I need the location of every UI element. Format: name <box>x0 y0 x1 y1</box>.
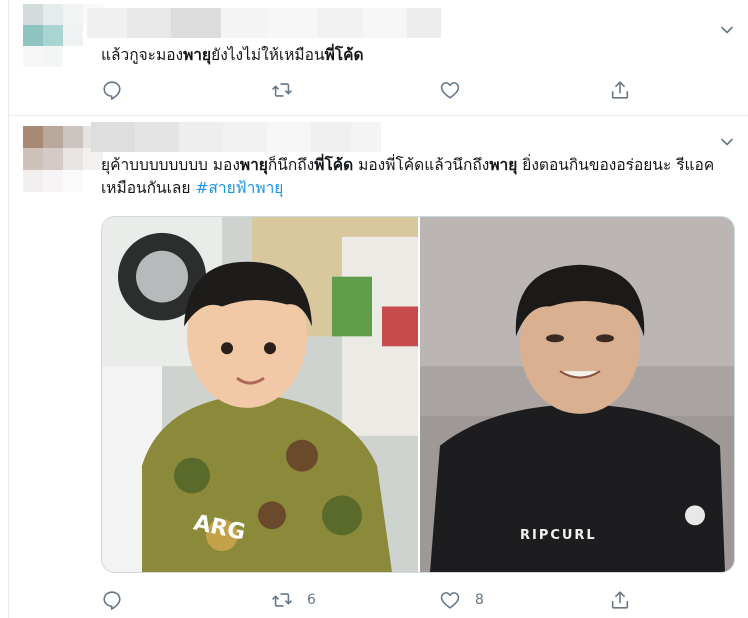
tweet-text-bold: พายุ <box>183 46 212 64</box>
shirt-print-text: RIPCURL <box>520 528 597 543</box>
tweet-text-bold: พายุ <box>489 156 518 174</box>
tweet-text-bold: พายุ <box>239 156 268 174</box>
timeline: แล้วกูจะมองพายุยังไงไม่ให้เหมือนพี่โค้ด <box>8 0 748 618</box>
media-grid: ARG RIPCURL <box>101 216 735 573</box>
share-button[interactable] <box>609 588 631 612</box>
share-icon <box>611 81 629 99</box>
tweet-text-segment: ก็นึกถึง <box>267 156 315 174</box>
hashtag-link[interactable]: #สายฟ้าพายุ <box>195 179 283 197</box>
more-options-chevron-icon[interactable] <box>719 22 735 38</box>
tweet-text: แล้วกูจะมองพายุยังไงไม่ให้เหมือนพี่โค้ด <box>101 44 721 67</box>
share-button[interactable] <box>609 78 631 102</box>
tweet[interactable]: แล้วกูจะมองพายุยังไงไม่ให้เหมือนพี่โค้ด <box>9 0 748 116</box>
reply-icon <box>103 591 121 610</box>
share-icon <box>611 591 629 609</box>
tweet-text-segment: มองพี่โค้ดแล้วนึกถึง <box>353 156 490 174</box>
heart-icon <box>440 592 460 609</box>
tweet-text-bold: พี่โค้ด <box>324 46 364 64</box>
tweet-actions: 6 8 <box>99 588 659 612</box>
tweet-text-bold: พี่โค้ด <box>314 156 354 174</box>
more-options-chevron-icon[interactable] <box>719 134 735 150</box>
retweet-icon <box>272 83 292 97</box>
tweet[interactable]: ยุค้าบบบบบบบบ มองพายุก็นึกถึงพี่โค้ด มอง… <box>9 116 748 618</box>
retweet-icon <box>272 593 292 607</box>
heart-icon <box>440 82 460 99</box>
tweet-actions <box>99 78 659 102</box>
like-count: 8 <box>475 592 484 608</box>
tweet-text-segment: แล้วกูจะมอง <box>101 46 184 64</box>
retweet-button[interactable]: 6 <box>271 588 316 612</box>
photo-adult[interactable]: RIPCURL <box>420 217 734 572</box>
reply-icon <box>103 81 121 100</box>
author-name-redacted[interactable] <box>87 8 467 38</box>
reply-button[interactable] <box>101 78 123 102</box>
photo-child[interactable]: ARG <box>102 217 418 572</box>
tweet-text: ยุค้าบบบบบบบบ มองพายุก็นึกถึงพี่โค้ด มอง… <box>101 154 726 200</box>
tweet-text-segment: ยังไงไม่ให้เหมือน <box>211 46 325 64</box>
tweet-text-segment: ยุค้าบบบบบบบบ มอง <box>101 156 240 174</box>
like-button[interactable] <box>439 78 475 102</box>
reply-button[interactable] <box>101 588 123 612</box>
retweet-button[interactable] <box>271 78 307 102</box>
like-button[interactable]: 8 <box>439 588 484 612</box>
author-name-redacted[interactable] <box>91 122 381 152</box>
retweet-count: 6 <box>307 592 316 608</box>
